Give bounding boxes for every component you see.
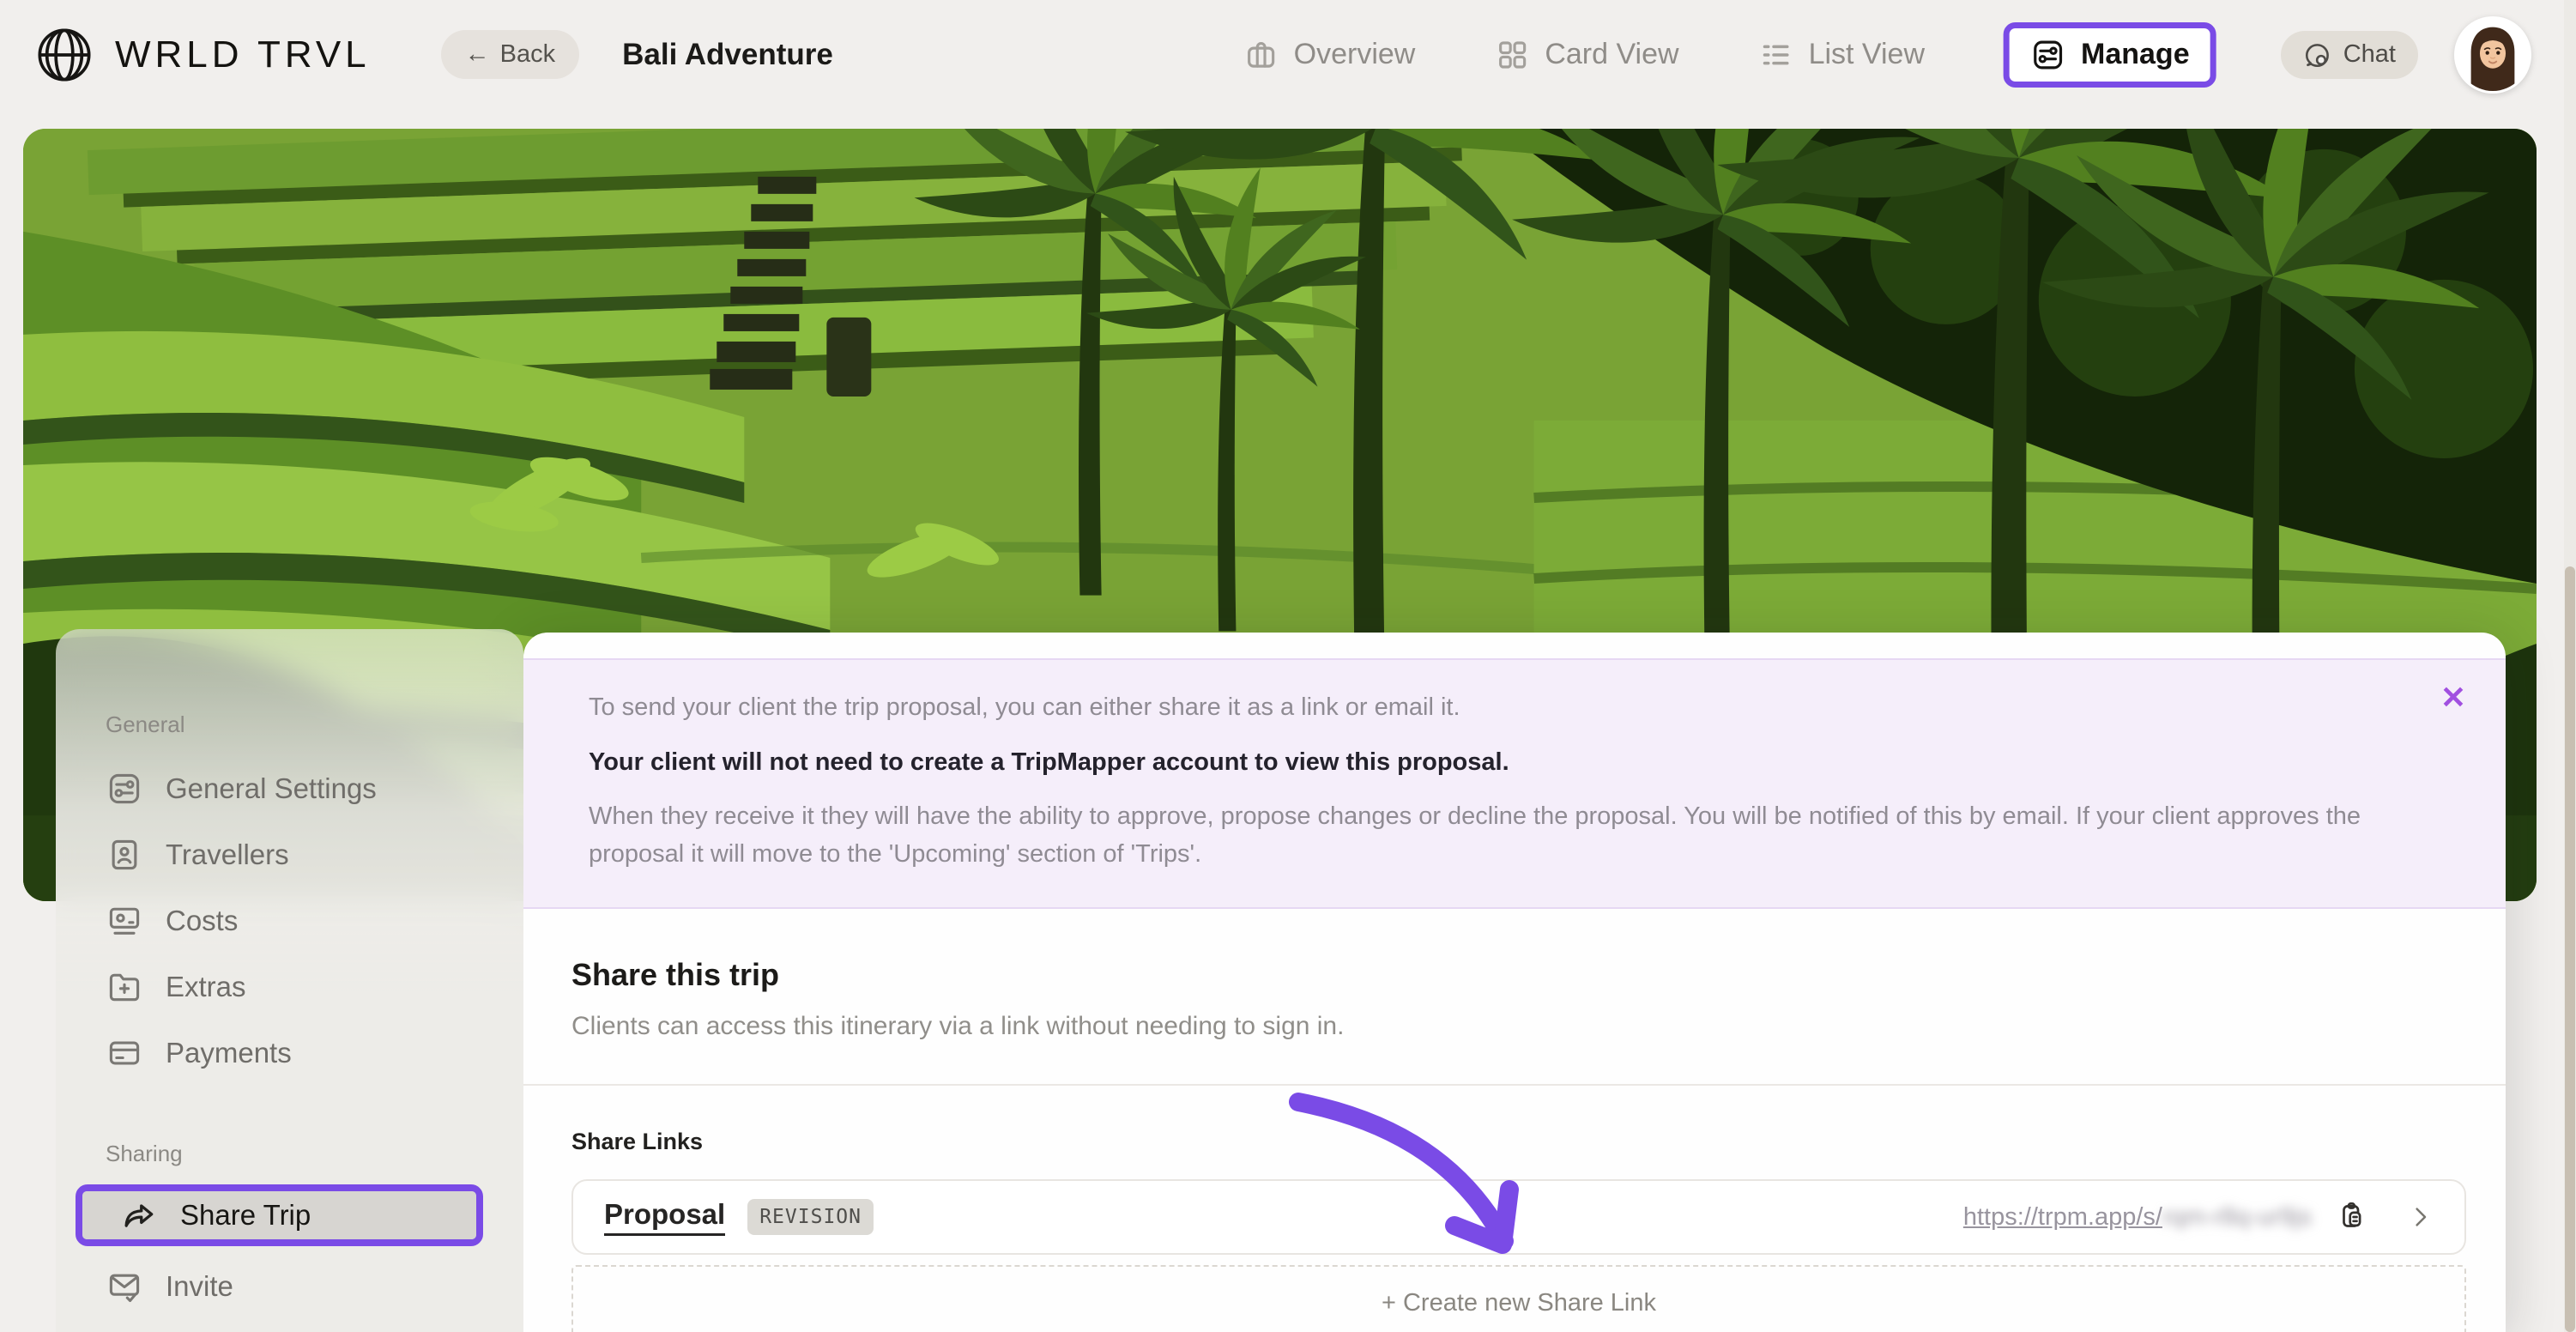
- url-redacted-token: rqm-r8q-ur9js: [2162, 1203, 2312, 1232]
- payments-card-icon: [106, 1034, 143, 1072]
- share-this-trip-section: Share this trip Clients can access this …: [523, 909, 2506, 1041]
- sidebar-item-label: General Settings: [166, 772, 377, 805]
- sidebar-item-label: Share Trip: [180, 1199, 311, 1232]
- sidebar-item-label: Costs: [166, 905, 238, 937]
- brand-name: WRLD TRVL: [115, 33, 371, 76]
- back-arrow-icon: ←: [465, 40, 490, 69]
- create-share-link-button[interactable]: + Create new Share Link: [571, 1265, 2466, 1332]
- invite-envelope-icon: [106, 1268, 143, 1305]
- app-window: WRLD TRVL ← Back Bali Adventure Overview: [0, 0, 2576, 1332]
- chat-button[interactable]: Chat: [2281, 31, 2418, 79]
- view-tabs: Overview Card View List View: [1243, 0, 2216, 109]
- sidebar-item-label: Invite: [166, 1270, 233, 1303]
- open-link-chevron-icon[interactable]: [2408, 1204, 2434, 1230]
- tab-label: Manage: [2081, 38, 2190, 71]
- user-avatar[interactable]: [2454, 16, 2531, 94]
- sidebar-item-general-settings[interactable]: General Settings: [106, 755, 523, 821]
- copy-link-button[interactable]: [2337, 1202, 2368, 1232]
- share-link-row[interactable]: Proposal REVISION https://trpm.app/s/rqm…: [571, 1179, 2466, 1255]
- top-navbar: WRLD TRVL ← Back Bali Adventure Overview: [0, 0, 2564, 109]
- share-link-name[interactable]: Proposal: [604, 1198, 725, 1236]
- tab-card-view[interactable]: Card View: [1494, 37, 1678, 73]
- settings-sliders-icon: [106, 770, 143, 808]
- url-prefix: https://trpm.app/s/: [1963, 1203, 2162, 1231]
- sidebar-item-costs[interactable]: Costs: [106, 887, 523, 954]
- sidebar-item-label: Travellers: [166, 839, 289, 871]
- create-share-link-label: + Create new Share Link: [1382, 1289, 1656, 1317]
- proposal-info-banner: To send your client the trip proposal, y…: [523, 658, 2506, 909]
- chat-label: Chat: [2343, 40, 2396, 69]
- scrollbar-thumb[interactable]: [2565, 566, 2575, 1332]
- sidebar-spacer: [106, 1086, 523, 1141]
- tab-list-view[interactable]: List View: [1758, 37, 1925, 73]
- sidebar-item-invite[interactable]: Invite: [106, 1253, 523, 1319]
- card-grid-icon: [1494, 37, 1530, 73]
- share-trip-panel: To send your client the trip proposal, y…: [523, 633, 2506, 1332]
- back-label: Back: [500, 40, 555, 69]
- tab-label: Overview: [1294, 38, 1416, 71]
- manage-tab-highlight-annotation: Manage: [2004, 22, 2216, 88]
- sidebar-item-label: Payments: [166, 1037, 292, 1069]
- sidebar-item-payments[interactable]: Payments: [106, 1020, 523, 1086]
- share-trip-highlight-annotation: Share Trip: [76, 1184, 483, 1246]
- briefcase-icon: [1243, 37, 1279, 73]
- list-icon: [1758, 37, 1794, 73]
- sidebar-section-sharing: Sharing: [106, 1141, 523, 1167]
- chat-bubble-icon: [2303, 40, 2332, 70]
- tab-overview[interactable]: Overview: [1243, 37, 1416, 73]
- share-links-heading: Share Links: [571, 1129, 2466, 1155]
- share-links-area: Share Links Proposal REVISION https://tr…: [523, 1086, 2506, 1332]
- extras-folder-plus-icon: [106, 968, 143, 1006]
- globe-logo-icon: [33, 23, 96, 87]
- traveller-card-icon: [106, 836, 143, 874]
- brand-group: WRLD TRVL: [33, 23, 371, 87]
- banner-text-1: To send your client the trip proposal, y…: [589, 689, 2411, 727]
- sidebar-item-share-trip[interactable]: Share Trip: [82, 1191, 476, 1239]
- tab-manage[interactable]: Manage: [2030, 37, 2190, 73]
- sidebar-item-label: Extras: [166, 971, 246, 1003]
- banner-text-3: When they receive it they will have the …: [589, 798, 2411, 873]
- share-forward-icon: [120, 1196, 158, 1234]
- banner-text-bold: Your client will not need to create a Tr…: [589, 744, 2411, 782]
- share-link-url[interactable]: https://trpm.app/s/rqm-r8q-ur9js: [1963, 1203, 2312, 1232]
- sidebar-item-extras[interactable]: Extras: [106, 954, 523, 1020]
- user-avatar-memoji: [2457, 19, 2529, 91]
- scrollbar-track[interactable]: [2564, 0, 2576, 1332]
- copy-clipboard-icon: [2337, 1202, 2368, 1232]
- revision-badge: REVISION: [747, 1199, 874, 1235]
- page-title: Bali Adventure: [622, 38, 833, 72]
- navbar-right: Chat: [2281, 16, 2531, 94]
- settings-sidebar: General General Settings Travellers: [56, 629, 523, 1332]
- banner-close-icon[interactable]: ✕: [2440, 682, 2466, 713]
- tab-label: List View: [1809, 38, 1925, 71]
- sidebar-item-travellers[interactable]: Travellers: [106, 821, 523, 887]
- section-title: Share this trip: [571, 957, 2506, 993]
- tab-label: Card View: [1545, 38, 1678, 71]
- manage-sliders-icon: [2030, 37, 2066, 73]
- section-subtitle: Clients can access this itinerary via a …: [571, 1012, 2506, 1041]
- back-button[interactable]: ← Back: [441, 30, 579, 79]
- costs-banknote-icon: [106, 902, 143, 940]
- sidebar-section-general: General: [106, 711, 523, 738]
